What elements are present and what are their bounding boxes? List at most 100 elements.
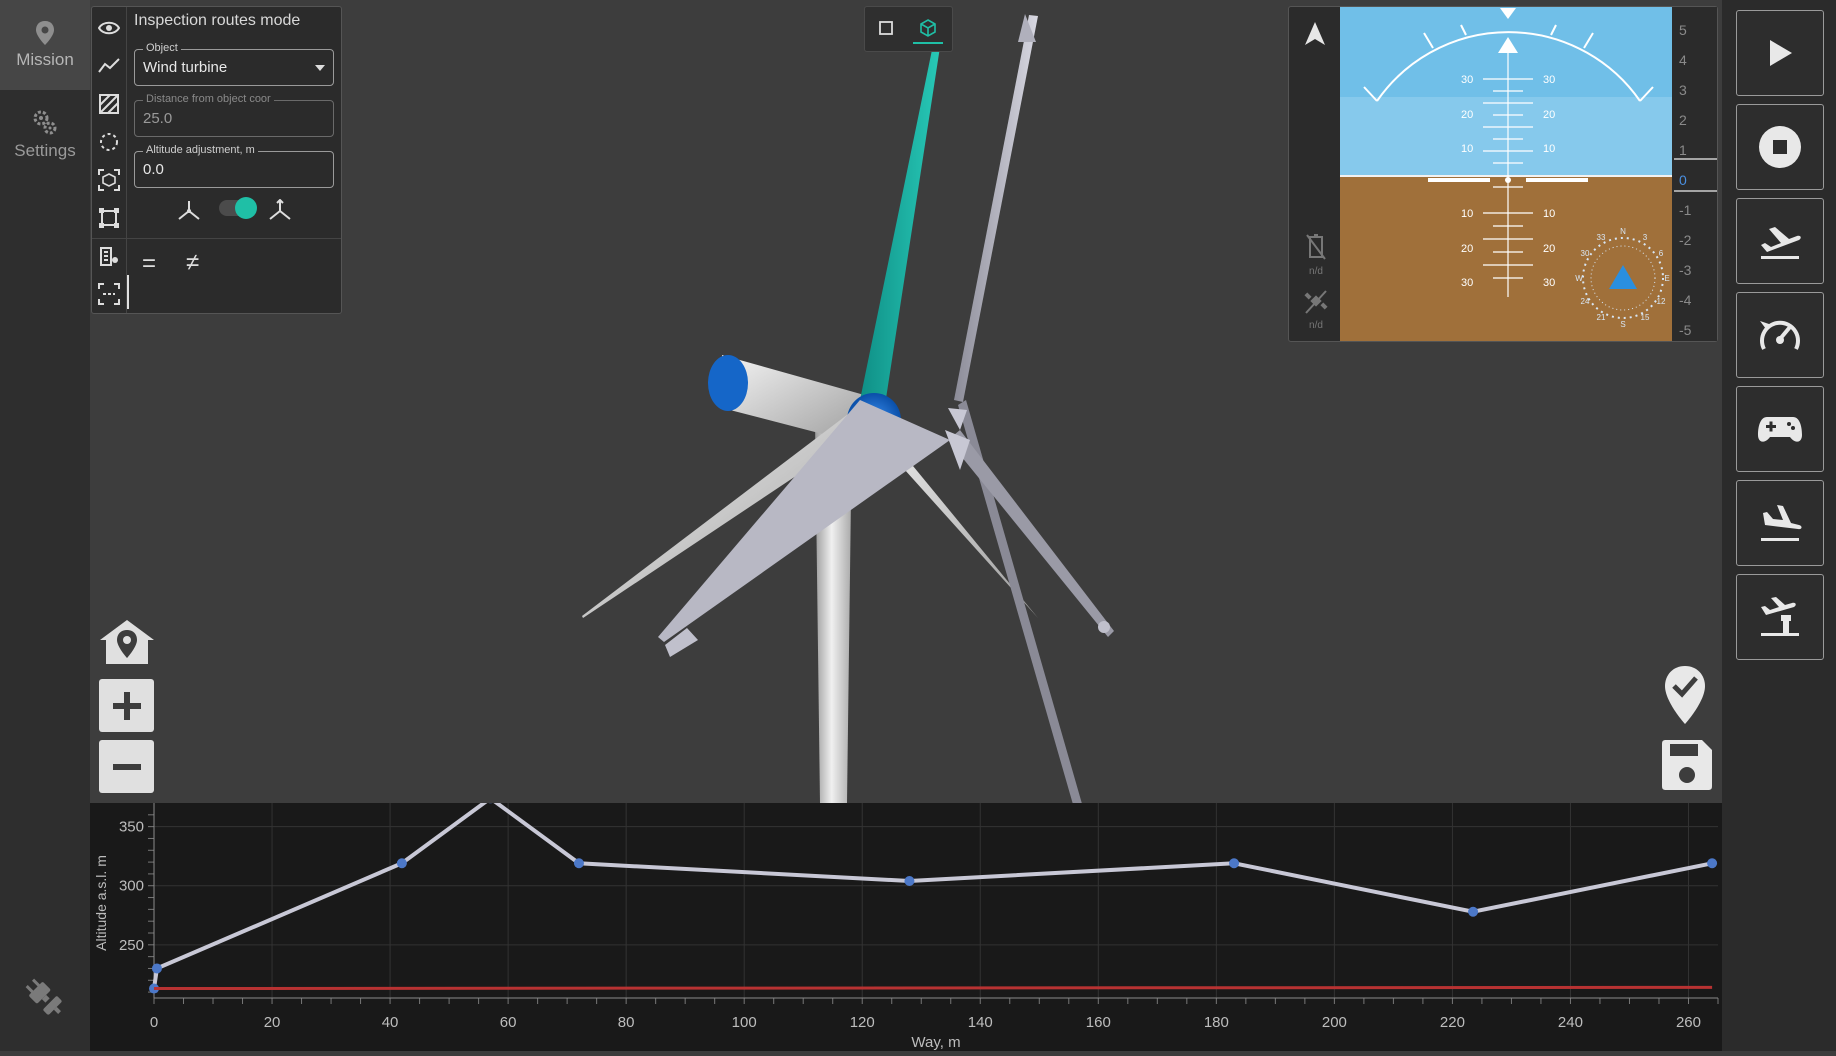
altitude-profile-chart[interactable]: 0204060801001201401601802002202402602503…	[90, 803, 1722, 1051]
stop-button[interactable]	[1736, 104, 1824, 190]
pitch-label: 30	[1543, 277, 1555, 289]
vertical-speed-value: 0	[1679, 172, 1687, 188]
object-scan-icon[interactable]	[97, 168, 121, 192]
building-pin-icon[interactable]	[97, 244, 121, 268]
home-pin-icon	[98, 618, 156, 670]
home-location-button[interactable]	[98, 618, 156, 675]
pitch-label: 20	[1543, 243, 1555, 255]
pitch-label: 30	[1543, 74, 1555, 86]
y-axis-label: Altitude a.s.l. m	[93, 855, 109, 951]
polyline-icon[interactable]	[97, 54, 121, 78]
inspection-routes-panel: Inspection routes mode Object Wind turbi…	[91, 6, 342, 314]
object-dropdown-value: Wind turbine	[143, 59, 227, 76]
object-dropdown-label: Object	[143, 42, 181, 54]
scale-label: -3	[1679, 262, 1692, 278]
satellite-off-icon	[1304, 289, 1328, 315]
zoom-out-icon	[111, 751, 143, 783]
battery-off-icon	[1305, 233, 1327, 261]
y-tick-label: 250	[119, 937, 144, 954]
3d-cube-icon[interactable]	[911, 15, 945, 45]
distance-field[interactable]: Distance from object coor 25.0	[134, 100, 334, 137]
object-dropdown[interactable]: Object Wind turbine	[134, 49, 334, 86]
nav-item-settings-label: Settings	[14, 141, 75, 161]
axis-mode-toggle[interactable]	[219, 200, 255, 216]
compass-label: S	[1620, 320, 1625, 329]
distance-field-label: Distance from object coor	[143, 93, 274, 105]
tool-column	[92, 7, 127, 313]
x-axis-label: Way, m	[911, 1034, 960, 1051]
scale-label: -4	[1679, 292, 1692, 308]
equal-button[interactable]: =	[142, 250, 156, 278]
battery-status: n/d	[1303, 233, 1329, 277]
altitude-chart-svg: 0204060801001201401601802002202402602503…	[90, 803, 1722, 1051]
landing-button[interactable]	[1736, 480, 1824, 566]
zoom-in-button[interactable]	[99, 679, 154, 732]
nav-item-mission-label: Mission	[16, 50, 74, 70]
axis-local-icon[interactable]	[177, 199, 201, 226]
plug-disconnected-icon[interactable]	[22, 975, 66, 1024]
x-tick-label: 120	[850, 1014, 875, 1031]
not-equal-button[interactable]: ≠	[186, 249, 199, 277]
hatch-area-icon[interactable]	[97, 92, 121, 116]
right-action-bar	[1722, 0, 1836, 1051]
nav-item-settings[interactable]: Settings	[0, 90, 90, 180]
x-tick-label: 140	[968, 1014, 993, 1031]
distance-field-value: 25.0	[143, 110, 172, 127]
route-altitude-line	[154, 803, 1712, 989]
return-tower-icon	[1757, 595, 1803, 639]
battery-status-text: n/d	[1303, 266, 1329, 277]
pitch-label: 20	[1461, 109, 1473, 121]
scan-frame-icon[interactable]	[97, 282, 121, 306]
compass-label: 6	[1659, 249, 1664, 258]
compass-label: E	[1664, 274, 1669, 283]
waypoint-marker	[574, 858, 584, 868]
2d-square-icon[interactable]	[877, 19, 895, 42]
compass-label: 24	[1581, 297, 1590, 306]
zoom-out-button[interactable]	[99, 740, 154, 793]
pitch-label: 20	[1543, 109, 1555, 121]
y-tick-label: 300	[119, 878, 144, 895]
pitch-label: 10	[1543, 143, 1555, 155]
save-route-button[interactable]	[1660, 738, 1714, 797]
waypoint-marker	[1468, 907, 1478, 917]
confirm-route-button[interactable]	[1662, 664, 1708, 731]
return-to-tower-button[interactable]	[1736, 574, 1824, 660]
eye-icon[interactable]	[97, 16, 121, 40]
frame-route-icon[interactable]	[97, 206, 121, 230]
nav-item-mission[interactable]: Mission	[0, 0, 90, 90]
gamepad-button[interactable]	[1736, 386, 1824, 472]
x-tick-label: 220	[1440, 1014, 1465, 1031]
terrain-line	[154, 987, 1712, 988]
x-tick-label: 200	[1322, 1014, 1347, 1031]
scale-label: -1	[1679, 202, 1692, 218]
speed-button[interactable]	[1736, 292, 1824, 378]
circle-route-icon[interactable]	[97, 130, 121, 154]
compass-label: W	[1575, 274, 1583, 283]
compass-label: 30	[1581, 249, 1590, 258]
altitude-adjustment-value: 0.0	[143, 161, 164, 178]
speedometer-icon	[1758, 315, 1802, 355]
left-navigation: Mission Settings	[0, 0, 90, 1051]
pitch-label: 10	[1461, 208, 1473, 220]
check-pin-icon	[1662, 664, 1708, 726]
x-tick-label: 20	[264, 1014, 281, 1031]
pitch-label: 10	[1543, 208, 1555, 220]
takeoff-button[interactable]	[1736, 198, 1824, 284]
landing-icon	[1757, 503, 1803, 543]
pitch-label: 10	[1461, 143, 1473, 155]
compass-label: 21	[1597, 313, 1606, 322]
pitch-label: 30	[1461, 277, 1473, 289]
axis-global-icon[interactable]	[268, 199, 292, 226]
panel-title: Inspection routes mode	[134, 12, 300, 30]
takeoff-icon	[1757, 221, 1803, 261]
scale-label: 2	[1679, 112, 1687, 128]
x-tick-label: 80	[618, 1014, 635, 1031]
play-button[interactable]	[1736, 10, 1824, 96]
altitude-adjustment-field[interactable]: Altitude adjustment, m 0.0	[134, 151, 334, 188]
divider	[92, 238, 341, 239]
zoom-in-icon	[111, 690, 143, 722]
stop-icon	[1758, 125, 1802, 169]
scale-label: 1	[1679, 142, 1687, 158]
compass-label: 15	[1641, 313, 1650, 322]
scale-label: -2	[1679, 232, 1692, 248]
